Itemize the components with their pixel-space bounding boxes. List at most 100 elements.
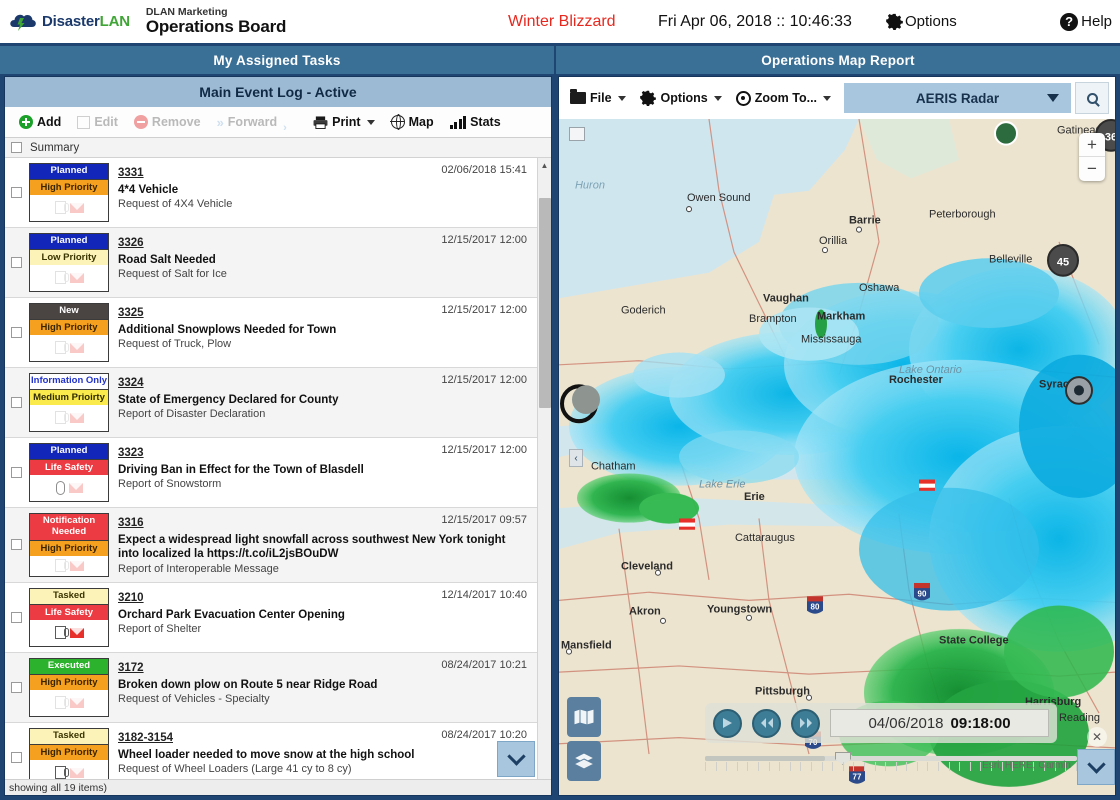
map-measure-icon[interactable] [569,127,585,141]
svg-text:Pittsburgh: Pittsburgh [755,686,810,698]
slider-tick [705,762,706,771]
row-checkbox[interactable] [10,327,22,338]
task-id-link[interactable]: 3172 [118,662,144,674]
zoom-out-button[interactable]: − [1079,157,1105,181]
task-id-link[interactable]: 3182-3154 [118,732,173,744]
slider-tick [789,762,791,771]
row-checkbox[interactable] [10,257,22,268]
layer-list-button[interactable] [567,741,601,781]
help-button[interactable]: ? Help [1060,12,1112,31]
chevron-down-icon [1047,94,1059,102]
slider-tick [747,762,749,771]
expand-list-button[interactable] [497,741,535,777]
svg-text:State College: State College [939,634,1009,646]
play-button[interactable] [713,708,742,738]
priority-badge: High Priority [30,318,108,335]
task-id-link[interactable]: 3323 [118,447,144,459]
row-checkbox[interactable] [10,539,22,551]
minus-circle-icon [133,115,148,129]
close-icon[interactable]: ✕ [1087,727,1107,747]
table-row[interactable]: Notification Needed High Priority 3316 12/1… [5,508,537,583]
scroll-up-arrow[interactable]: ▲ [538,158,551,172]
task-id-link[interactable]: 3210 [118,592,144,604]
row-checkbox[interactable] [10,397,22,408]
task-title: Orchard Park Evacuation Center Opening [118,608,345,621]
map-button[interactable]: Map [383,114,442,131]
task-timestamp: 08/24/2017 10:20 [441,728,527,741]
map-options-button[interactable]: Options [635,90,727,107]
status-priority-badge: New High Priority [29,303,109,362]
row-attachment-icons [30,760,108,779]
add-button[interactable]: Add [11,115,69,129]
row-checkbox-cell [5,373,27,432]
row-content: 3316 12/15/2017 09:57 Expect a widespread … [109,513,537,577]
map-toolbar: File Options Zoom To... AERIS Radar [559,77,1115,119]
task-timestamp: 12/15/2017 12:00 [441,374,527,386]
print-button[interactable]: Print [305,115,382,129]
row-checkbox[interactable] [10,751,22,763]
svg-text:Youngstown: Youngstown [707,604,772,616]
row-checkbox[interactable] [10,611,22,623]
map-canvas[interactable]: Huron Owen Sound Orillia Barrie Peterbor… [559,119,1115,795]
slider-tick [885,762,887,771]
slider-tick [959,762,961,771]
task-id-link[interactable]: 3324 [118,377,144,389]
task-timestamp: 12/14/2017 10:40 [441,588,527,601]
task-id-link[interactable]: 3316 [118,517,144,529]
row-attachment-icons [30,690,108,716]
map-expand-button[interactable] [1077,749,1115,785]
row-checkbox-cell [5,233,27,292]
fast-forward-button[interactable] [791,708,820,738]
rewind-button[interactable] [752,708,781,738]
svg-text:Belleville: Belleville [989,253,1032,265]
priority-badge: Medium Prioirty [30,388,108,405]
priority-badge: High Priority [30,539,108,556]
file-menu-button[interactable]: File [565,89,631,105]
task-id-link[interactable]: 3326 [118,237,144,249]
task-id-link[interactable]: 3325 [118,307,144,319]
table-row[interactable]: Executed High Priority 3172 08/24/2017 10:2… [5,652,537,723]
svg-text:Cleveland: Cleveland [621,561,673,573]
row-checkbox-cell [5,728,27,779]
remove-button[interactable]: Remove [126,115,209,129]
chevron-down-icon [823,95,832,101]
options-button[interactable]: Options [886,13,957,31]
select-all-checkbox[interactable] [11,142,22,153]
table-row[interactable]: New High Priority 3325 12/15/2017 12:00 Addi… [5,298,537,368]
zoom-in-button[interactable]: + [1079,133,1105,157]
task-title: 4*4 Vehicle [118,184,179,196]
basemap-gallery-button[interactable] [567,697,601,737]
table-row[interactable]: Planned Life Safety 3323 12/15/2017 12:00 Dr… [5,438,537,508]
row-checkbox[interactable] [10,467,22,478]
row-checkbox[interactable] [10,681,22,693]
edit-button[interactable]: Edit [69,115,126,129]
zoom-to-button[interactable]: Zoom To... [731,90,836,106]
slider-tick [969,762,971,771]
task-id-link[interactable]: 3331 [118,167,144,179]
stats-button[interactable]: Stats [442,115,509,129]
scrollbar-thumb[interactable] [539,198,551,408]
task-subtitle: Request of Wheel Loaders (Large 41 cy to… [118,763,352,776]
forward-button[interactable]: » Forward › [209,115,292,134]
table-row[interactable]: Tasked Life Safety 3210 12/14/2017 10:40 Orc… [5,583,537,653]
table-row[interactable]: Planned Low Priority 3326 12/15/2017 12:00 R… [5,228,537,298]
map-search-button[interactable] [1075,82,1109,114]
svg-text:Erie: Erie [744,491,765,503]
map-panel-collapse-button[interactable]: ‹ [569,449,583,467]
svg-text:77: 77 [853,773,862,782]
map-layer-select[interactable]: AERIS Radar [844,83,1071,113]
map-zoom-controls[interactable]: + − [1079,133,1105,181]
print-label: Print [332,115,361,129]
task-list[interactable]: Planned High Priority 3331 02/06/2018 15:41… [5,158,537,779]
table-row[interactable]: Information Only Medium Prioirty 3324 12/15… [5,368,537,438]
task-list-scrollbar[interactable]: ▲ [537,158,551,779]
app-logo[interactable]: DisasterLAN [0,10,130,34]
svg-text:Owen Sound: Owen Sound [687,192,751,204]
table-row[interactable]: Tasked High Priority 3182-3154 08/24/2017 1… [5,723,537,779]
table-row[interactable]: Planned High Priority 3331 02/06/2018 15:41… [5,158,537,228]
row-checkbox[interactable] [10,187,22,198]
priority-badge: High Priority [30,743,108,760]
task-subtitle: Request of Vehicles - Specialty [118,693,270,706]
svg-text:Markham: Markham [817,311,865,323]
task-timestamp: 12/15/2017 12:00 [441,234,527,246]
